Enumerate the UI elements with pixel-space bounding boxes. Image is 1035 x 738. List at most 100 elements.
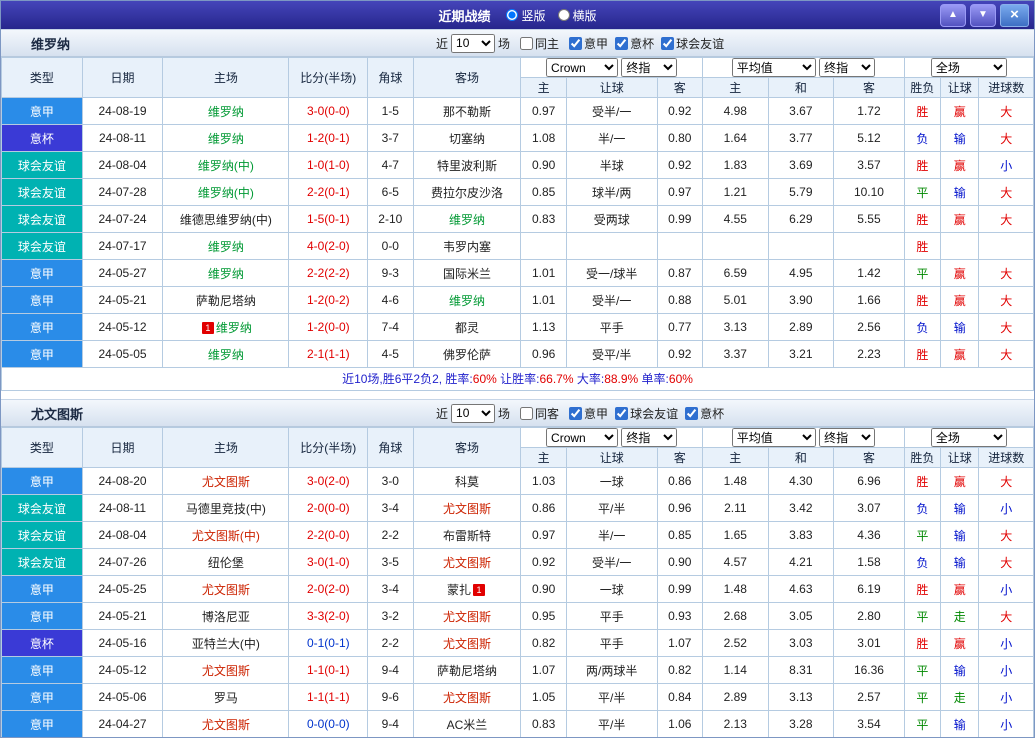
handicap-odds-home: 0.92	[520, 548, 567, 576]
league-filter-label: 意杯	[700, 406, 725, 421]
same-filter-checkbox-0[interactable]	[520, 36, 534, 50]
near-label: 近	[436, 406, 449, 421]
corner-count: 2-2	[367, 521, 414, 549]
match-row: 意甲 24-05-25 尤文图斯 2-0(2-0) 3-4 蒙扎 1 0.90 一球 0.99 1.…	[1, 575, 1034, 603]
match-score: 1-0(1-0)	[288, 151, 369, 179]
odds-source-select[interactable]: Crown	[546, 428, 619, 447]
league-filter-checkbox[interactable]	[615, 406, 629, 420]
result-goals: 大	[978, 340, 1034, 368]
match-date: 24-08-04	[81, 151, 164, 179]
match-row: 意甲 24-05-21 博洛尼亚 3-3(2-0) 3-2 尤文图斯 0.95 平手 0.93 2…	[1, 602, 1034, 630]
result-handicap: 赢	[940, 629, 980, 657]
avg-header-group: 平均值 终指	[702, 427, 905, 448]
league-filter-option[interactable]: 意甲	[562, 35, 608, 52]
match-date: 24-08-19	[81, 97, 164, 125]
avg-odds-draw: 5.79	[767, 178, 835, 206]
scope-select[interactable]: 全场	[930, 428, 1007, 447]
odds-stage-select[interactable]: 终指	[621, 428, 678, 447]
team-name-text: 维罗纳	[448, 293, 485, 308]
match-date: 24-08-11	[81, 494, 164, 522]
avg-odds-draw: 3.69	[767, 151, 835, 179]
handicap-odds-away	[656, 232, 704, 260]
league-filter-checkbox[interactable]	[661, 36, 675, 50]
league-filter-checkbox[interactable]	[569, 36, 583, 50]
team-name-text: 维罗纳	[207, 239, 244, 254]
section-divider	[1, 391, 1034, 399]
team-name-text: 尤文图斯	[442, 555, 491, 570]
view-option-radio[interactable]	[506, 9, 519, 21]
avg-select[interactable]: 平均值	[731, 58, 816, 77]
handicap-line: 半/一	[565, 124, 658, 152]
team-name-text: 费拉尔皮沙洛	[430, 185, 503, 200]
result-wdl: 胜	[903, 629, 942, 657]
match-score: 0-1(0-1)	[288, 629, 369, 657]
view-option[interactable]: 横版	[557, 7, 597, 24]
handicap-line: 半/一	[565, 521, 658, 549]
corner-count: 3-2	[367, 602, 414, 630]
league-badge: 球会友谊	[1, 178, 83, 206]
handicap-line: 平手	[565, 602, 658, 630]
view-option-radio[interactable]	[557, 9, 570, 21]
titlebar: 近期战绩 竖版 横版 ▲ ▼ ×	[1, 1, 1034, 29]
away-team: 韦罗内塞	[412, 232, 522, 260]
league-filter-option[interactable]: 球会友谊	[654, 35, 724, 52]
same-filter-option[interactable]: 同客	[513, 405, 559, 422]
league-filter-checkbox[interactable]	[615, 36, 629, 50]
handicap-line: 平手	[565, 313, 658, 341]
scroll-down-button[interactable]: ▼	[970, 4, 996, 27]
col-score: 比分(半场)	[288, 57, 369, 98]
col-avg-home: 主	[702, 447, 769, 468]
close-button[interactable]: ×	[1000, 4, 1029, 27]
same-filter-option[interactable]: 同主	[513, 35, 559, 52]
avg-odds-draw: 3.67	[767, 97, 835, 125]
handicap-line: 受两球	[565, 205, 658, 233]
league-filter-checkbox[interactable]	[569, 406, 583, 420]
league-badge: 意甲	[1, 710, 83, 737]
avg-odds-draw: 3.42	[767, 494, 835, 522]
team-name-text: AC米兰	[446, 717, 488, 732]
result-wdl: 胜	[903, 205, 942, 233]
avg-stage-select[interactable]: 终指	[819, 58, 876, 77]
result-handicap: 赢	[940, 575, 980, 603]
league-filter-option[interactable]: 意甲	[562, 405, 608, 422]
away-team: 国际米兰	[412, 259, 522, 287]
league-filter-checkbox[interactable]	[685, 406, 699, 420]
odds-source-select[interactable]: Crown	[546, 58, 619, 77]
avg-select[interactable]: 平均值	[731, 428, 816, 447]
same-filter-checkbox-1[interactable]	[520, 406, 534, 420]
match-count-select[interactable]: 10	[451, 33, 496, 53]
view-option[interactable]: 竖版	[506, 7, 546, 24]
match-score: 1-2(0-1)	[288, 124, 369, 152]
scroll-up-button[interactable]: ▲	[940, 4, 966, 27]
handicap-odds-home: 0.97	[520, 97, 567, 125]
league-filter-option[interactable]: 意杯	[678, 405, 724, 422]
league-filter-option[interactable]: 球会友谊	[608, 405, 678, 422]
scope-select[interactable]: 全场	[930, 58, 1007, 77]
avg-odds-home: 6.59	[702, 259, 769, 287]
corner-count: 9-4	[367, 710, 414, 737]
handicap-odds-home: 0.83	[520, 205, 567, 233]
away-team: 尤文图斯	[412, 683, 522, 711]
scope-header-group: 全场	[903, 57, 1034, 78]
league-filters-0: 意甲 意杯 球会友谊	[562, 35, 724, 52]
col-odds-away: 客	[656, 447, 704, 468]
handicap-line: 受半/一	[565, 548, 658, 576]
league-badge: 球会友谊	[1, 232, 83, 260]
match-score: 2-1(1-1)	[288, 340, 369, 368]
result-handicap: 输	[940, 313, 980, 341]
avg-stage-select[interactable]: 终指	[819, 428, 876, 447]
away-team: 都灵	[412, 313, 522, 341]
col-avg-away: 客	[833, 447, 905, 468]
handicap-odds-home: 0.90	[520, 575, 567, 603]
league-badge: 球会友谊	[1, 205, 83, 233]
team-name-text: 切塞纳	[448, 131, 485, 146]
summary-segment: 66.7%	[539, 372, 574, 386]
home-team: 博洛尼亚	[162, 602, 290, 630]
team-name-text: 维罗纳	[448, 212, 485, 227]
team-name-text: 都灵	[454, 320, 479, 335]
match-count-select[interactable]: 10	[451, 403, 496, 423]
odds-stage-select[interactable]: 终指	[621, 58, 678, 77]
league-filter-option[interactable]: 意杯	[608, 35, 654, 52]
handicap-line	[565, 232, 658, 260]
home-team: 亚特兰大(中)	[162, 629, 290, 657]
